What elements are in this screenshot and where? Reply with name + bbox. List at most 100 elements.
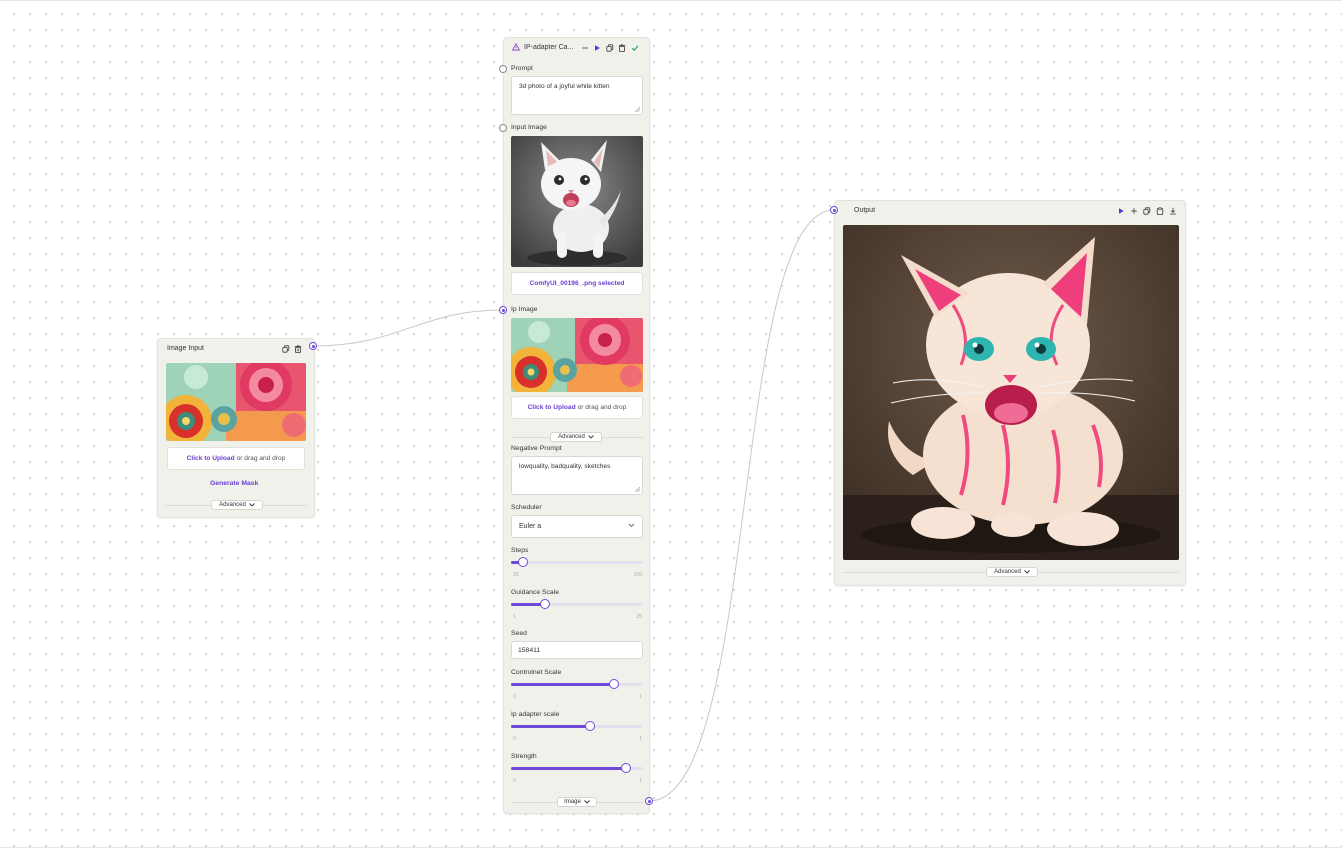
chevron-down-icon <box>1024 570 1030 574</box>
check-icon <box>630 43 640 53</box>
advanced-label: Advanced <box>219 502 246 508</box>
image-input-node[interactable]: Image Input Click to Upload or drag and … <box>157 338 315 518</box>
scheduler-label: Scheduler <box>511 504 542 511</box>
ip-image-input-handle[interactable] <box>499 306 507 314</box>
seed-value: 158411 <box>518 646 541 654</box>
ip-adapter-scale-slider[interactable]: 0 1 <box>511 720 643 742</box>
wire-output-to-output-node <box>648 209 835 802</box>
download-icon[interactable] <box>1168 206 1178 216</box>
scheduler-select[interactable]: Euler a <box>511 515 643 538</box>
slider-thumb[interactable] <box>518 557 528 567</box>
negative-prompt-value: lowquality, badquality, sketches <box>519 463 611 470</box>
output-node[interactable]: Output Advanced <box>834 200 1186 586</box>
input-image-handle[interactable] <box>499 124 507 132</box>
wire-image-input-to-ip-image <box>312 309 504 347</box>
warning-icon <box>511 42 521 52</box>
negative-prompt-label: Negative Prompt <box>511 445 562 452</box>
input-image-selected-box[interactable]: ComfyUI_00196_.png selected <box>511 272 643 295</box>
trash-icon[interactable] <box>293 344 303 354</box>
node-title: Image Input <box>167 345 204 352</box>
slider-thumb[interactable] <box>609 679 619 689</box>
scheduler-value: Euler a <box>519 523 542 530</box>
play-icon[interactable] <box>592 43 602 53</box>
prompt-value: 3d photo of a joyful white kitten <box>519 83 610 90</box>
slider-max: 25 <box>636 614 642 620</box>
ip-mandala-image <box>511 318 643 392</box>
strength-label: Strength <box>511 753 537 760</box>
input-image-label: Input Image <box>511 124 547 131</box>
clipboard-icon[interactable] <box>1155 206 1165 216</box>
advanced-label: Advanced <box>994 569 1021 575</box>
slider-min: 20 <box>513 572 519 578</box>
ip-image-upload-dropzone[interactable]: Click to Upload or drag and drop <box>511 396 643 419</box>
chevron-down-icon <box>584 800 590 804</box>
prompt-textarea[interactable]: 3d photo of a joyful white kitten <box>511 76 643 115</box>
slider-thumb[interactable] <box>540 599 550 609</box>
mandala-image-preview <box>166 363 306 441</box>
slider-min: 0 <box>513 778 516 784</box>
controlnet-slider[interactable]: 0 1 <box>511 678 643 700</box>
minimize-icon[interactable] <box>580 43 590 53</box>
click-to-upload-link[interactable]: Click to Upload <box>528 404 576 411</box>
ip-image-label: Ip Image <box>511 306 538 313</box>
slider-min: 0 <box>513 694 516 700</box>
copy-icon[interactable] <box>605 43 615 53</box>
strength-slider[interactable]: 0 1 <box>511 762 643 784</box>
copy-icon[interactable] <box>1142 206 1152 216</box>
output-node-input-handle[interactable] <box>830 206 838 214</box>
negative-prompt-textarea[interactable]: lowquality, badquality, sketches <box>511 456 643 495</box>
input-image-filename: ComfyUI_00196_.png selected <box>529 280 625 287</box>
prompt-input-handle[interactable] <box>499 65 507 73</box>
slider-max: 1 <box>639 694 642 700</box>
node-title: Output <box>854 207 876 214</box>
guidance-label: Guidance Scale <box>511 589 559 596</box>
image-input-output-handle[interactable] <box>309 342 317 350</box>
slider-min: 0 <box>513 736 516 742</box>
chevron-down-icon <box>628 523 635 528</box>
advanced-button[interactable]: Advanced <box>211 500 263 510</box>
play-icon[interactable] <box>1116 206 1126 216</box>
slider-fill <box>511 767 626 770</box>
generate-mask-button[interactable]: Generate Mask <box>210 480 258 487</box>
ip-adapter-output-handle[interactable] <box>645 797 653 805</box>
chevron-down-icon <box>588 435 594 439</box>
slider-max: 1 <box>639 778 642 784</box>
advanced-button[interactable]: Advanced <box>550 432 602 442</box>
steps-slider[interactable]: 20 100 <box>511 556 643 578</box>
output-kitten-image <box>843 225 1179 560</box>
drag-drop-text: or drag and drop <box>577 404 627 411</box>
seed-label: Seed <box>511 630 527 637</box>
seed-input[interactable]: 158411 <box>511 641 643 659</box>
slider-max: 1 <box>639 736 642 742</box>
resize-grip-icon[interactable] <box>635 107 640 112</box>
kitten-input-image <box>511 136 643 267</box>
chevron-down-icon <box>249 503 255 507</box>
prompt-label: Prompt <box>511 65 533 72</box>
guidance-slider[interactable]: 1 25 <box>511 598 643 620</box>
slider-min: 1 <box>513 614 516 620</box>
canvas-top-border <box>0 0 1342 1</box>
controlnet-label: Controlnet Scale <box>511 669 562 676</box>
slider-thumb[interactable] <box>585 721 595 731</box>
slider-thumb[interactable] <box>621 763 631 773</box>
slider-max: 100 <box>633 572 642 578</box>
click-to-upload-link[interactable]: Click to Upload <box>187 455 235 462</box>
plus-icon[interactable] <box>1129 206 1139 216</box>
copy-icon[interactable] <box>281 344 291 354</box>
output-type-button[interactable]: Image <box>557 797 597 807</box>
ip-adapter-scale-label: Ip adapter scale <box>511 711 560 718</box>
node-title: IP-adapter Ca... <box>524 44 574 51</box>
slider-fill <box>511 725 590 728</box>
ip-adapter-node[interactable]: IP-adapter Ca... Prompt 3d photo of a jo… <box>499 37 650 814</box>
canvas-bottom-border <box>0 847 1342 848</box>
advanced-label: Advanced <box>558 434 585 440</box>
output-type-label: Image <box>564 799 581 805</box>
upload-dropzone[interactable]: Click to Upload or drag and drop <box>167 447 305 470</box>
drag-drop-text: or drag and drop <box>236 455 286 462</box>
trash-icon[interactable] <box>617 43 627 53</box>
slider-fill <box>511 683 614 686</box>
advanced-button[interactable]: Advanced <box>986 567 1038 577</box>
steps-label: Steps <box>511 547 529 554</box>
slider-track <box>511 561 643 564</box>
resize-grip-icon[interactable] <box>635 487 640 492</box>
